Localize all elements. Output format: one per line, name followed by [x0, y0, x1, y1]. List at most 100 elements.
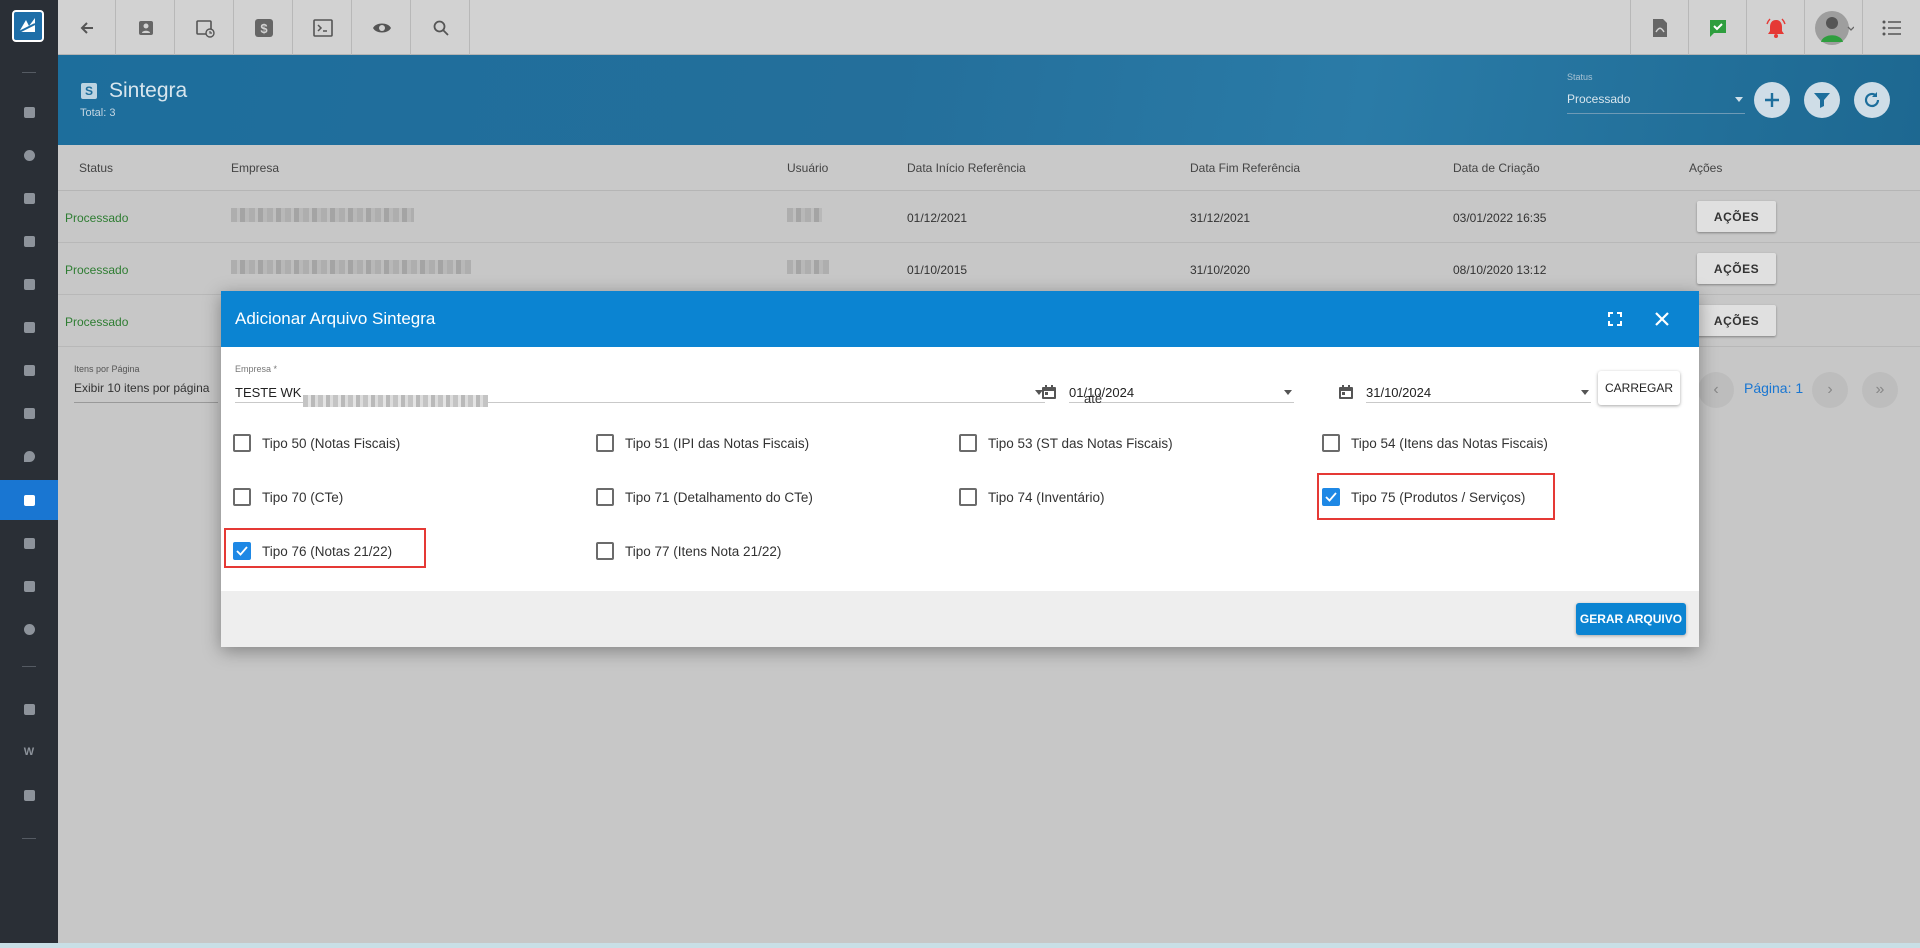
tasks-button[interactable] [1688, 0, 1746, 55]
terminal-button[interactable] [294, 0, 352, 55]
row-status: Processado [65, 211, 129, 225]
calendar-icon[interactable] [1041, 384, 1057, 400]
checkbox-tipo-50[interactable]: Tipo 50 (Notas Fiscais) [233, 432, 400, 454]
checkbox-box[interactable] [959, 488, 977, 506]
checkbox-tipo-51[interactable]: Tipo 51 (IPI das Notas Fiscais) [596, 432, 809, 454]
sidebar-item-contacts[interactable] [0, 178, 58, 218]
sidebar-item-charts[interactable] [0, 135, 58, 175]
col-usuario[interactable]: Usuário [787, 161, 828, 175]
sidebar-item-calendar[interactable] [0, 264, 58, 304]
gerar-arquivo-button[interactable]: GERAR ARQUIVO [1576, 603, 1686, 635]
redacted-usuario [787, 260, 829, 274]
items-per-page-select[interactable]: Exibir 10 itens por página [74, 381, 218, 403]
checkbox-label: Tipo 50 (Notas Fiscais) [262, 435, 401, 451]
data-fim-field[interactable]: 31/10/2024 [1366, 377, 1591, 403]
data-fim-value: 31/10/2024 [1366, 385, 1432, 400]
sidebar-item-fiscal[interactable] [0, 480, 58, 520]
prev-page-button[interactable]: ‹ [1698, 372, 1734, 408]
table-row[interactable]: Processado 01/12/2021 31/12/2021 03/01/2… [58, 191, 1920, 243]
bottom-strip [0, 943, 1920, 948]
carregar-button[interactable]: CARREGAR [1598, 371, 1680, 405]
sidebar-divider [22, 666, 36, 667]
checkbox-tipo-54[interactable]: Tipo 54 (Itens das Notas Fiscais) [1322, 432, 1548, 454]
chevron-down-icon [1581, 390, 1589, 395]
search-button[interactable] [412, 0, 470, 55]
sidebar-item-chat[interactable] [0, 775, 58, 815]
acoes-button[interactable]: AÇÕES [1697, 201, 1776, 232]
server-icon [23, 537, 35, 549]
alerts-button[interactable] [1746, 0, 1804, 55]
sidebar-divider [22, 72, 36, 73]
sidebar-item-reports[interactable] [0, 566, 58, 606]
last-page-button[interactable]: » [1862, 372, 1898, 408]
checkbox-tipo-75[interactable]: Tipo 75 (Produtos / Serviços) [1322, 486, 1525, 508]
sidebar-item-money[interactable] [0, 393, 58, 433]
checkbox-box[interactable] [1322, 488, 1340, 506]
add-button[interactable] [1754, 82, 1790, 118]
back-button[interactable] [58, 0, 116, 55]
data-inicio-field[interactable]: 01/10/2024 [1069, 377, 1294, 403]
calendar-clock-button[interactable] [176, 0, 234, 55]
filter-button[interactable] [1804, 82, 1840, 118]
checkbox-tipo-53[interactable]: Tipo 53 (ST das Notas Fiscais) [959, 432, 1173, 454]
row-data-inicio: 01/10/2015 [907, 263, 968, 277]
sidebar-item-bank[interactable] [0, 307, 58, 347]
col-data-fim[interactable]: Data Fim Referência [1190, 161, 1300, 175]
sidebar-item-wiki[interactable]: W [0, 732, 58, 772]
pdf-button[interactable] [1630, 0, 1688, 55]
sidebar-item-products[interactable] [0, 350, 58, 390]
sidebar-item-settings[interactable] [0, 609, 58, 649]
sidebar-item-documents[interactable] [0, 221, 58, 261]
checkbox-tipo-76[interactable]: Tipo 76 (Notas 21/22) [233, 540, 392, 562]
fullscreen-button[interactable] [1604, 308, 1626, 330]
checkbox-tipo-70[interactable]: Tipo 70 (CTe) [233, 486, 343, 508]
checkbox-tipo-77[interactable]: Tipo 77 (Itens Nota 21/22) [596, 540, 781, 562]
svg-text:$: $ [260, 21, 268, 36]
checkbox-box[interactable] [596, 488, 614, 506]
pdf-icon [1652, 18, 1667, 37]
menu-list-button[interactable] [1862, 0, 1920, 55]
col-data-criacao[interactable]: Data de Criação [1453, 161, 1540, 175]
checkbox-label: Tipo 54 (Itens das Notas Fiscais) [1351, 435, 1548, 451]
close-button[interactable] [1651, 308, 1673, 330]
checkbox-box[interactable] [1322, 434, 1340, 452]
checkmark-icon [1325, 492, 1337, 502]
checkbox-box[interactable] [233, 542, 251, 560]
next-page-button[interactable]: › [1812, 372, 1848, 408]
chevron-down-icon [1284, 390, 1292, 395]
checkbox-box[interactable] [596, 542, 614, 560]
dialog-header: Adicionar Arquivo Sintegra [221, 291, 1699, 347]
app-logo[interactable] [12, 10, 44, 42]
avatar-icon [1814, 10, 1854, 45]
table-header: Status Empresa Usuário Data Início Refer… [58, 145, 1920, 191]
checkbox-tipo-71[interactable]: Tipo 71 (Detalhamento do CTe) [596, 486, 813, 508]
acoes-button[interactable]: AÇÕES [1697, 253, 1776, 284]
calendar-icon[interactable] [1338, 384, 1354, 400]
checkbox-box[interactable] [233, 488, 251, 506]
col-empresa[interactable]: Empresa [231, 161, 279, 175]
sidebar: W [0, 0, 58, 948]
contacts-button[interactable] [117, 0, 175, 55]
sidebar-item-location[interactable] [0, 436, 58, 476]
sidebar-item-server[interactable] [0, 523, 58, 563]
list-icon [1882, 20, 1901, 35]
checkbox-box[interactable] [233, 434, 251, 452]
col-status[interactable]: Status [79, 161, 113, 175]
status-filter-select[interactable]: Processado [1567, 92, 1745, 114]
plus-icon [1765, 93, 1779, 107]
view-button[interactable] [353, 0, 411, 55]
col-data-inicio[interactable]: Data Início Referência [907, 161, 1026, 175]
calendar-clock-icon [195, 19, 215, 38]
user-menu[interactable] [1804, 0, 1862, 55]
checkbox-box[interactable] [596, 434, 614, 452]
table-row[interactable]: Processado 01/10/2015 31/10/2020 08/10/2… [58, 243, 1920, 295]
refresh-button[interactable] [1854, 82, 1890, 118]
arrow-left-icon [80, 21, 93, 34]
location-icon [23, 450, 35, 462]
sidebar-item-dashboard[interactable] [0, 92, 58, 132]
finance-button[interactable]: $ [235, 0, 293, 55]
checkbox-tipo-74[interactable]: Tipo 74 (Inventário) [959, 486, 1105, 508]
checkbox-box[interactable] [959, 434, 977, 452]
sidebar-item-video[interactable] [0, 689, 58, 729]
acoes-button[interactable]: AÇÕES [1697, 305, 1776, 336]
